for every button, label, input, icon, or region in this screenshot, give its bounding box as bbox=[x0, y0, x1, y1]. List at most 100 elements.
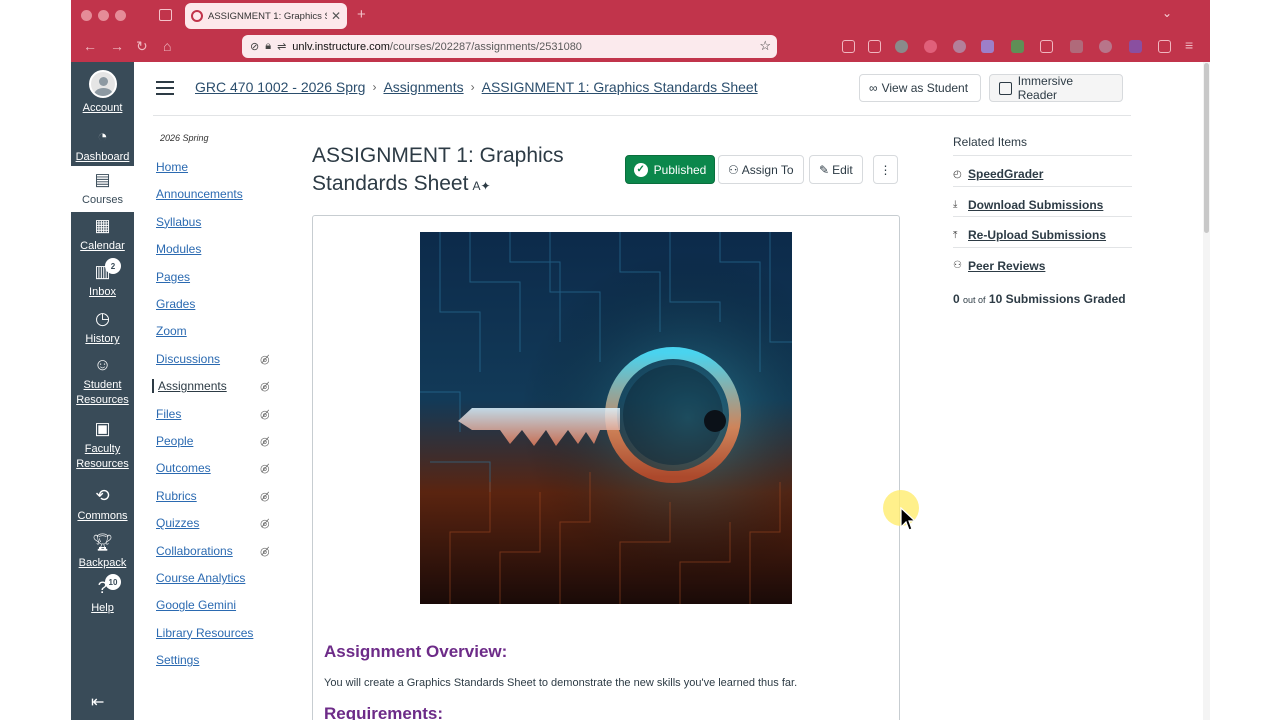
mouse-pointer-icon bbox=[900, 507, 916, 531]
notification-badge: 2 bbox=[105, 258, 121, 274]
course-nav-zoom[interactable]: Zoom bbox=[156, 324, 282, 338]
user-icon: ⚇ bbox=[728, 162, 739, 177]
close-tab-icon[interactable]: ✕ bbox=[331, 9, 341, 23]
global-nav-help[interactable]: ? Help 10 bbox=[71, 574, 134, 620]
close-window-button[interactable] bbox=[81, 10, 92, 21]
maximize-window-button[interactable] bbox=[115, 10, 126, 21]
site-info-icon[interactable]: ⊘ bbox=[250, 40, 259, 53]
global-nav-backpack[interactable]: 🏆︎ Backpack bbox=[71, 529, 134, 575]
more-options-button[interactable]: ⋮ bbox=[873, 155, 898, 184]
header-divider bbox=[153, 115, 1131, 116]
breadcrumb-assignments[interactable]: Assignments bbox=[383, 79, 463, 95]
browser-toolbar: ← → ↻ ⌂ ⊘ 🔒︎ ⇌ unlv.instructure.com/cour… bbox=[71, 32, 1210, 62]
course-nav-settings[interactable]: Settings bbox=[156, 653, 282, 667]
menu-icon[interactable]: ≡ bbox=[1185, 37, 1193, 53]
address-bar[interactable]: ⊘ 🔒︎ ⇌ unlv.instructure.com/courses/2022… bbox=[242, 35, 777, 58]
scrollbar-thumb[interactable] bbox=[1204, 63, 1209, 233]
global-nav-dashboard[interactable]: ◔ Dashboard bbox=[71, 123, 134, 169]
collapse-nav-icon[interactable]: ⇤ bbox=[91, 692, 104, 712]
global-nav-label: Student bbox=[83, 379, 122, 391]
forward-arrow-icon[interactable]: → bbox=[110, 38, 124, 54]
course-nav-library-resources[interactable]: Library Resources bbox=[156, 626, 282, 640]
related-item-label: SpeedGrader bbox=[968, 167, 1044, 181]
grammarly-icon[interactable] bbox=[895, 40, 908, 53]
course-nav-syllabus[interactable]: Syllabus bbox=[156, 215, 282, 229]
overview-heading: Assignment Overview: bbox=[324, 642, 508, 661]
pinterest-icon[interactable] bbox=[924, 40, 937, 53]
pocket-icon[interactable] bbox=[842, 40, 855, 53]
back-arrow-icon[interactable]: ← bbox=[83, 38, 97, 54]
bookmark-star-icon[interactable]: ☆ bbox=[759, 38, 771, 54]
peer-review-icon: ⚇ bbox=[953, 260, 962, 271]
assign-to-button[interactable]: ⚇ Assign To bbox=[718, 155, 804, 184]
breadcrumb-current[interactable]: ASSIGNMENT 1: Graphics Standards Sheet bbox=[482, 79, 758, 95]
view-as-student-button[interactable]: ∞ View as Student bbox=[859, 74, 981, 102]
immersive-reader-button[interactable]: Immersive Reader bbox=[989, 74, 1123, 102]
edit-label: Edit bbox=[832, 162, 853, 177]
global-nav-history[interactable]: ◷ History bbox=[71, 305, 134, 351]
course-nav-course-analytics[interactable]: Course Analytics bbox=[156, 571, 282, 585]
global-nav-student[interactable]: ☺ Student Resources bbox=[71, 351, 134, 412]
related-divider bbox=[953, 185, 1132, 187]
extension-r-icon[interactable] bbox=[953, 40, 966, 53]
url-text: unlv.instructure.com/courses/202287/assi… bbox=[292, 40, 582, 53]
extensions-puzzle-icon[interactable] bbox=[1158, 40, 1171, 53]
reader-view-icon[interactable] bbox=[868, 40, 881, 53]
related-peer-reviews[interactable]: ⚇ Peer Reviews bbox=[953, 259, 1132, 273]
global-nav-commons[interactable]: ⟲ Commons bbox=[71, 482, 134, 528]
course-nav-google-gemini[interactable]: Google Gemini bbox=[156, 598, 282, 612]
global-nav-calendar[interactable]: ▦ Calendar bbox=[71, 212, 134, 258]
permissions-icon[interactable]: ⇌ bbox=[277, 40, 286, 53]
extension-gem-icon[interactable] bbox=[981, 40, 994, 53]
published-button[interactable]: ✓ Published bbox=[625, 155, 715, 184]
related-re-upload-submissions[interactable]: ⤒ Re-Upload Submissions bbox=[953, 228, 1132, 242]
download-icon: ⤓ bbox=[953, 199, 958, 210]
hidden-from-students-icon: ◎̸ bbox=[260, 463, 270, 476]
new-tab-button[interactable]: + bbox=[357, 6, 366, 23]
global-nav-label: Account bbox=[82, 102, 123, 114]
breadcrumb-course[interactable]: GRC 470 1002 - 2026 Sprg bbox=[195, 79, 365, 95]
course-menu-toggle[interactable] bbox=[156, 81, 174, 99]
related-download-submissions[interactable]: ⤓ Download Submissions bbox=[953, 198, 1132, 212]
global-nav-label: Faculty bbox=[84, 443, 121, 455]
related-item-label: Peer Reviews bbox=[968, 258, 1046, 273]
key-circuit-graphic bbox=[420, 232, 792, 604]
global-nav-faculty[interactable]: ▣ Faculty Resources bbox=[71, 415, 134, 476]
minimize-window-button[interactable] bbox=[98, 10, 109, 21]
related-items-heading: Related Items bbox=[953, 135, 1028, 149]
faculty-icon: ▣ bbox=[94, 419, 111, 438]
hidden-from-students-icon: ◎̸ bbox=[260, 353, 270, 366]
global-nav-courses[interactable]: ▤ Courses bbox=[71, 166, 134, 212]
global-nav-label: Backpack bbox=[78, 557, 127, 569]
hidden-from-students-icon: ◎̸ bbox=[260, 436, 270, 448]
course-nav-grades[interactable]: Grades bbox=[156, 297, 282, 311]
speedgrader-icon: ◴ bbox=[953, 168, 962, 180]
tab-overview-icon[interactable] bbox=[159, 9, 172, 21]
browser-tab[interactable]: ASSIGNMENT 1: Graphics Standa ✕ bbox=[185, 3, 347, 29]
extension-sl-icon[interactable] bbox=[1070, 40, 1083, 53]
extension-r2-icon[interactable] bbox=[1129, 40, 1142, 53]
page-title-line1: ASSIGNMENT 1: Graphics bbox=[312, 144, 564, 167]
overview-text: You will create a Graphics Standards She… bbox=[324, 677, 798, 689]
global-nav-account[interactable]: Account bbox=[71, 66, 134, 120]
global-nav-inbox[interactable]: ▥ Inbox 2 bbox=[71, 258, 134, 304]
global-nav-label-line2: Resources bbox=[76, 394, 129, 406]
glasses-icon: ∞ bbox=[869, 81, 878, 95]
course-nav-pages[interactable]: Pages bbox=[156, 270, 282, 284]
related-speedgrader[interactable]: ◴ SpeedGrader bbox=[953, 167, 1132, 181]
extension-leaf-icon[interactable] bbox=[1011, 40, 1024, 53]
home-icon[interactable]: ⌂ bbox=[163, 38, 171, 54]
immersive-reader-inline-icon[interactable]: A✦ bbox=[472, 179, 490, 193]
edit-button[interactable]: ✎ Edit bbox=[809, 155, 863, 184]
extension-bars-icon[interactable] bbox=[1040, 40, 1053, 53]
breadcrumb-separator-icon: › bbox=[470, 80, 475, 94]
left-gutter bbox=[0, 0, 71, 720]
course-nav-announcements[interactable]: Announcements bbox=[156, 187, 282, 201]
tab-title: ASSIGNMENT 1: Graphics Standa bbox=[208, 10, 327, 22]
course-nav-home[interactable]: Home bbox=[156, 160, 282, 174]
extension-s-icon[interactable] bbox=[1099, 40, 1112, 53]
assign-to-label: Assign To bbox=[741, 162, 794, 177]
reload-icon[interactable]: ↻ bbox=[136, 38, 148, 55]
tab-list-chevron-icon[interactable]: ⌄ bbox=[1162, 6, 1172, 20]
course-nav-modules[interactable]: Modules bbox=[156, 242, 282, 256]
